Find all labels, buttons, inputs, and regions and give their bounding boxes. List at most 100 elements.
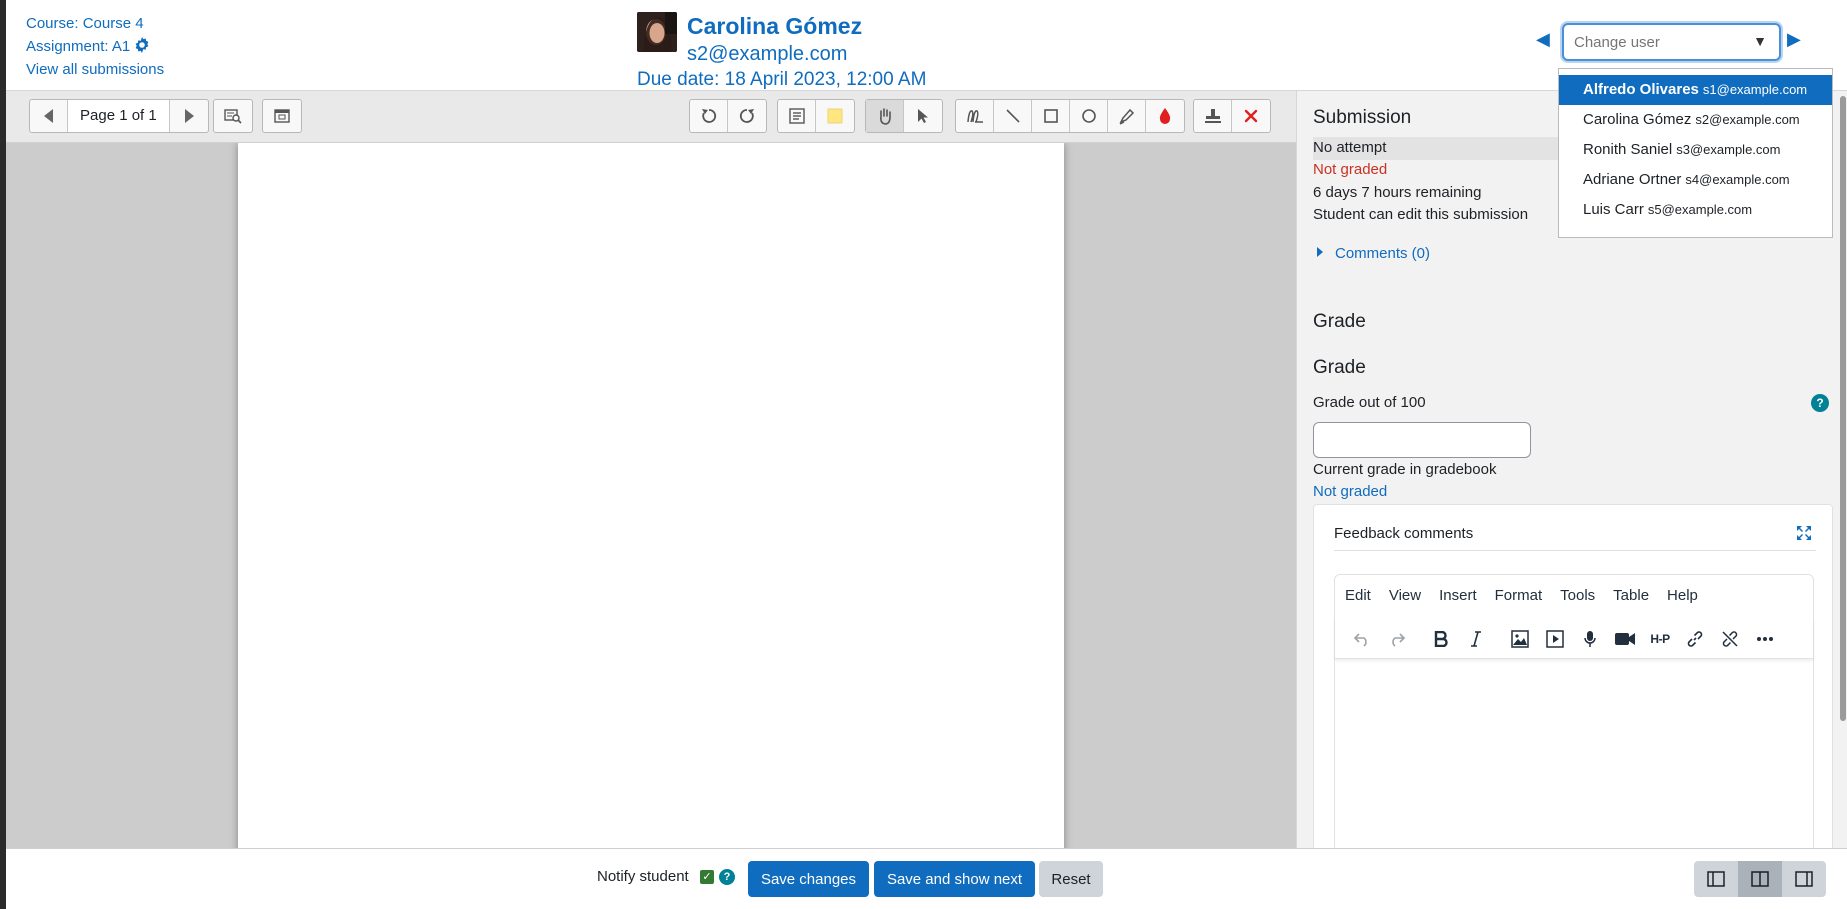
grade-section-heading: Grade (1313, 311, 1366, 332)
redo-icon[interactable] (1382, 624, 1412, 654)
editor-toolbar: H-P (1335, 619, 1813, 659)
fullscreen-icon[interactable] (1796, 525, 1812, 541)
assignment-link[interactable]: Assignment: A1 (26, 38, 130, 55)
previous-user-button[interactable]: ◀ (1536, 30, 1552, 48)
select-group (865, 99, 943, 133)
chevron-right-icon (1317, 247, 1323, 257)
drawing-group (955, 99, 1185, 133)
course-navigation: Course: Course 4 Assignment: A1 View all… (26, 12, 164, 81)
editor-menubar: Edit View Insert Format Tools Table Help (1335, 575, 1813, 615)
user-option-name: Carolina Gómez (1583, 111, 1692, 128)
microphone-icon[interactable] (1575, 624, 1605, 654)
grade-heading: Grade (1313, 357, 1366, 378)
menu-tools[interactable]: Tools (1560, 587, 1595, 604)
comment-icon[interactable] (778, 100, 816, 132)
user-option-name: Alfredo Olivares (1583, 81, 1699, 98)
rich-text-editor[interactable]: Edit View Insert Format Tools Table Help… (1334, 574, 1814, 848)
scrollbar-thumb[interactable] (1840, 96, 1846, 721)
search-comments-group (213, 99, 253, 133)
menu-format[interactable]: Format (1495, 587, 1543, 604)
next-user-button[interactable]: ▶ (1787, 30, 1803, 48)
collapse-grade-panel-icon[interactable] (1694, 861, 1738, 897)
page-selector[interactable]: Page 1 of 1 (68, 100, 170, 132)
menu-help[interactable]: Help (1667, 587, 1698, 604)
user-name[interactable]: Carolina Gómez (687, 13, 862, 40)
user-option-email: s2@example.com (1695, 112, 1800, 127)
grade-out-of-label: Grade out of 100 (1313, 394, 1426, 411)
current-grade-link[interactable]: Not graded (1313, 483, 1387, 500)
undo-icon[interactable] (1347, 624, 1377, 654)
user-option-email: s3@example.com (1676, 142, 1781, 157)
document-viewer[interactable] (6, 143, 1296, 848)
user-option-1[interactable]: Alfredo Olivares s1@example.com (1559, 75, 1832, 105)
comments-link[interactable]: Comments (0) (1335, 245, 1430, 262)
grade-input[interactable] (1313, 422, 1531, 458)
view-all-submissions-link[interactable]: View all submissions (26, 61, 164, 78)
rotate-right-icon[interactable] (728, 100, 766, 132)
user-option-email: s1@example.com (1702, 82, 1808, 97)
h5p-icon[interactable]: H-P (1645, 624, 1675, 654)
user-option-email: s5@example.com (1647, 202, 1753, 217)
rotate-left-icon[interactable] (690, 100, 728, 132)
feedback-comments-title: Feedback comments (1334, 525, 1474, 542)
pointer-icon[interactable] (904, 100, 942, 132)
image-icon[interactable] (1505, 624, 1535, 654)
user-option-5[interactable]: Luis Carr s5@example.com (1559, 195, 1832, 225)
link-icon[interactable] (1680, 624, 1710, 654)
notify-student-checkbox[interactable]: ✓ (700, 870, 714, 884)
next-page-icon[interactable] (170, 100, 208, 132)
italic-icon[interactable] (1461, 624, 1491, 654)
user-option-name: Ronith Saniel (1583, 141, 1673, 158)
menu-insert[interactable]: Insert (1439, 587, 1477, 604)
annotation-toolbar: Page 1 of 1 (6, 91, 1296, 143)
notify-student-label: Notify student (597, 868, 689, 885)
menu-view[interactable]: View (1389, 587, 1421, 604)
h5p-label: H-P (1650, 631, 1670, 646)
ink-drop-icon[interactable] (1146, 100, 1184, 132)
comments-toggle[interactable]: Comments (0) (1317, 245, 1430, 262)
video-camera-icon[interactable] (1610, 624, 1640, 654)
divider (1334, 550, 1816, 551)
gear-icon[interactable] (134, 37, 150, 53)
document-page[interactable] (238, 143, 1064, 848)
stamp-icon[interactable] (1194, 100, 1232, 132)
menu-edit[interactable]: Edit (1345, 587, 1371, 604)
user-option-email: s4@example.com (1685, 172, 1790, 187)
change-user-input[interactable] (1572, 31, 1742, 53)
current-grade-label: Current grade in gradebook (1313, 461, 1497, 478)
rectangle-icon[interactable] (1032, 100, 1070, 132)
unlink-icon[interactable] (1715, 624, 1745, 654)
expand-icon[interactable] (263, 100, 301, 132)
highlighter-icon[interactable] (1108, 100, 1146, 132)
delete-icon[interactable] (1232, 100, 1270, 132)
help-icon[interactable]: ? (719, 869, 735, 885)
save-and-show-next-button[interactable]: Save and show next (874, 861, 1035, 897)
user-option-name: Adriane Ortner (1583, 171, 1682, 188)
pen-icon[interactable] (956, 100, 994, 132)
menu-table[interactable]: Table (1613, 587, 1649, 604)
hand-icon[interactable] (866, 100, 904, 132)
submission-status: No attempt (1313, 139, 1387, 156)
rotate-group (689, 99, 767, 133)
oval-icon[interactable] (1070, 100, 1108, 132)
previous-page-icon[interactable] (30, 100, 68, 132)
user-option-4[interactable]: Adriane Ortner s4@example.com (1559, 165, 1832, 195)
feedback-comments-box: Feedback comments Edit View Insert Forma… (1313, 504, 1833, 848)
change-user-combobox[interactable]: ▼ (1562, 23, 1781, 61)
save-changes-button[interactable]: Save changes (748, 861, 869, 897)
user-option-3[interactable]: Ronith Saniel s3@example.com (1559, 135, 1832, 165)
help-icon[interactable]: ? (1811, 394, 1829, 412)
course-link[interactable]: Course: Course 4 (26, 15, 144, 32)
chevron-down-icon[interactable]: ▼ (1753, 33, 1767, 49)
search-comments-icon[interactable] (214, 100, 252, 132)
layout-toggle-group (1694, 861, 1826, 897)
bold-icon[interactable] (1426, 624, 1456, 654)
more-icon[interactable] (1750, 624, 1780, 654)
reset-button[interactable]: Reset (1039, 861, 1103, 897)
line-icon[interactable] (994, 100, 1032, 132)
user-option-2[interactable]: Carolina Gómez s2@example.com (1559, 105, 1832, 135)
media-icon[interactable] (1540, 624, 1570, 654)
default-layout-icon[interactable] (1738, 861, 1782, 897)
collapse-review-panel-icon[interactable] (1782, 861, 1826, 897)
highlight-color-icon[interactable] (816, 100, 854, 132)
